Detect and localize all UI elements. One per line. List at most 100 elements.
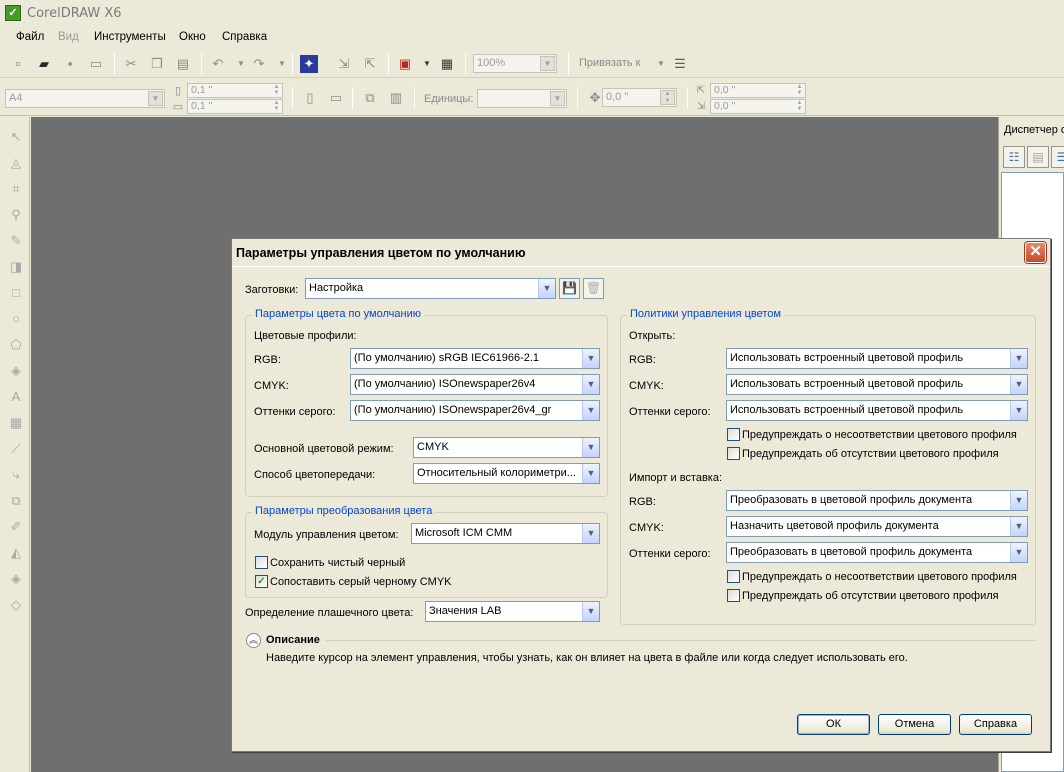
primary-color-mode-combo[interactable]: CMYK ▼ [413,437,600,458]
page-height-field[interactable]: 0,1 " ▲ ▼ [187,99,283,114]
save-icon[interactable]: ▪ [61,55,79,73]
all-pages-icon[interactable]: ⧉ [361,89,379,107]
fill-tool-icon[interactable]: ◈ [7,570,25,588]
pick-tool-icon[interactable]: ↖ [7,128,25,146]
zoom-tool-icon[interactable]: ⚲ [7,206,25,224]
zoom-combo[interactable]: 100% ▼ [473,54,557,73]
launcher-dropdown-icon[interactable]: ▼ [418,55,436,73]
polygon-tool-icon[interactable]: ⬠ [7,336,25,354]
redo-dropdown-icon[interactable]: ▼ [273,55,291,73]
table-tool-icon[interactable]: ▦ [7,414,25,432]
snap-dropdown-icon[interactable]: ▼ [652,55,670,73]
spinner-icon[interactable]: ▲ ▼ [271,100,282,113]
layer-manager-icon[interactable]: ☰ [1051,146,1064,168]
search-content-icon[interactable]: ✦ [300,55,318,73]
menu-tools[interactable]: Инструменты [94,31,166,43]
import-warn-missing-checkbox[interactable] [727,589,740,602]
shape-tool-icon[interactable]: ◬ [7,154,25,172]
freehand-tool-icon[interactable]: ✎ [7,232,25,250]
import-warn-missing-label[interactable]: Предупреждать об отсутствии цветового пр… [742,590,999,602]
delete-preset-icon[interactable]: 🗑 [583,278,604,299]
menu-view[interactable]: Вид [58,31,79,43]
layer-properties-icon[interactable]: ☷ [1003,146,1025,168]
menu-help[interactable]: Справка [222,31,267,43]
duplicate-y-icon: ⇲ [696,101,706,112]
preserve-pure-black-checkbox[interactable] [255,556,268,569]
menu-file[interactable]: Файл [16,31,44,43]
undo-dropdown-icon[interactable]: ▼ [232,55,250,73]
units-combo[interactable]: ▼ [477,89,567,108]
dialog-titlebar: Параметры управления цветом по умолчанию… [232,239,1050,267]
cancel-button[interactable]: Отмена [878,714,951,735]
page-size-combo[interactable]: A4 ▼ [5,89,165,108]
copy-icon[interactable]: ❐ [148,55,166,73]
landscape-icon[interactable]: ▭ [327,89,345,107]
import-warn-mismatch-checkbox[interactable] [727,570,740,583]
export-icon[interactable]: ⇱ [361,55,379,73]
open-gray-policy-combo[interactable]: Использовать встроенный цветовой профиль… [726,400,1028,421]
smart-fill-tool-icon[interactable]: ◨ [7,258,25,276]
cut-icon[interactable]: ✂ [122,55,140,73]
paste-icon[interactable]: ▤ [174,55,192,73]
current-page-icon[interactable]: ▥ [387,89,405,107]
interactive-fill-tool-icon[interactable]: ◇ [7,596,25,614]
import-cmyk-policy-combo[interactable]: Назначить цветовой профиль документа ▼ [726,516,1028,537]
spot-color-definition-combo[interactable]: Значения LAB ▼ [425,601,600,622]
blend-tool-icon[interactable]: ⧉ [7,492,25,510]
outline-tool-icon[interactable]: ◭ [7,544,25,562]
import-rgb-policy-combo[interactable]: Преобразовать в цветовой профиль докумен… [726,490,1028,511]
open-warn-mismatch-label[interactable]: Предупреждать о несоответствии цветового… [742,429,1017,441]
open-warn-missing-checkbox[interactable] [727,447,740,460]
presets-combo[interactable]: Настройка ▼ [305,278,556,299]
options-icon[interactable]: ☰ [671,55,689,73]
redo-icon[interactable]: ↷ [250,55,268,73]
rendering-intent-value: Относительный колориметри... [417,467,576,479]
save-preset-icon[interactable]: 💾 [559,278,580,299]
color-engine-combo[interactable]: Microsoft ICM CMM ▼ [411,523,600,544]
open-icon[interactable]: ▰ [35,55,53,73]
page-width-field[interactable]: 0,1 " ▲ ▼ [187,83,283,98]
collapse-description-icon[interactable]: ︽ [246,633,261,648]
chevron-down-icon: ▼ [1010,491,1027,510]
menu-window[interactable]: Окно [179,31,206,43]
help-button[interactable]: Справка [959,714,1032,735]
duplicate-distance-y-field[interactable]: 0,0 " ▲ ▼ [710,99,806,114]
map-gray-to-cmyk-black-checkbox[interactable]: ✓ [255,575,268,588]
basic-shapes-tool-icon[interactable]: ◈ [7,362,25,380]
new-layer-icon[interactable]: ▤ [1027,146,1049,168]
import-icon[interactable]: ⇲ [335,55,353,73]
duplicate-distance-x-field[interactable]: 0,0 " ▲ ▼ [710,83,806,98]
text-tool-icon[interactable]: A [7,388,25,406]
rendering-intent-combo[interactable]: Относительный колориметри... ▼ [413,463,600,484]
open-cmyk-policy-combo[interactable]: Использовать встроенный цветовой профиль… [726,374,1028,395]
eyedropper-tool-icon[interactable]: ✐ [7,518,25,536]
ellipse-tool-icon[interactable]: ○ [7,310,25,328]
new-document-icon[interactable]: ▫ [9,55,27,73]
dimension-tool-icon[interactable]: ⟋ [7,440,25,458]
print-icon[interactable]: ▭ [87,55,105,73]
map-gray-to-cmyk-black-label[interactable]: Сопоставить серый черному CMYK [270,576,452,588]
import-gray-policy-combo[interactable]: Преобразовать в цветовой профиль докумен… [726,542,1028,563]
nudge-distance-field[interactable]: 0,0 " ▲ ▼ [602,88,677,107]
import-warn-mismatch-label[interactable]: Предупреждать о несоответствии цветового… [742,571,1017,583]
open-rgb-policy-combo[interactable]: Использовать встроенный цветовой профиль… [726,348,1028,369]
default-cmyk-profile-combo[interactable]: (По умолчанию) ISOnewspaper26v4 ▼ [350,374,600,395]
ok-button[interactable]: ОК [797,714,870,735]
spinner-icon[interactable]: ▲ ▼ [794,84,805,97]
portrait-icon[interactable]: ▯ [301,89,319,107]
close-icon[interactable]: ✕ [1024,241,1047,264]
undo-icon[interactable]: ↶ [209,55,227,73]
snap-to-label[interactable]: Привязать к [579,57,640,69]
open-warn-mismatch-checkbox[interactable] [727,428,740,441]
spinner-icon[interactable]: ▲ ▼ [271,84,282,97]
default-gray-profile-combo[interactable]: (По умолчанию) ISOnewspaper26v4_gr ▼ [350,400,600,421]
preserve-pure-black-label[interactable]: Сохранить чистый черный [270,557,405,569]
spinner-icon[interactable]: ▲ ▼ [794,100,805,113]
open-warn-missing-label[interactable]: Предупреждать об отсутствии цветового пр… [742,448,999,460]
default-rgb-profile-combo[interactable]: (По умолчанию) sRGB IEC61966-2.1 ▼ [350,348,600,369]
application-launcher-icon[interactable]: ▣ [396,55,414,73]
welcome-screen-icon[interactable]: ▦ [438,55,456,73]
crop-tool-icon[interactable]: ⌗ [7,180,25,198]
rectangle-tool-icon[interactable]: □ [7,284,25,302]
connector-tool-icon[interactable]: ⤷ [7,466,25,484]
